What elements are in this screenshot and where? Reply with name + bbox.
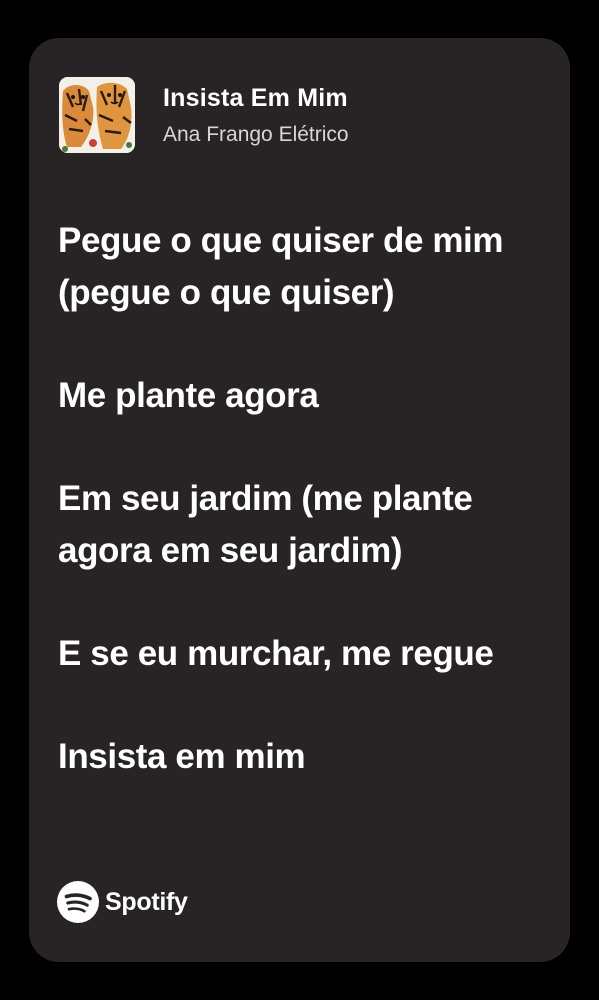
track-artist: Ana Frango Elétrico (163, 122, 349, 146)
spotify-logo-icon (57, 881, 99, 923)
track-title: Insista Em Mim (163, 83, 348, 112)
track-header: Insista Em Mim Ana Frango Elétrico (59, 77, 349, 153)
lyric-line: Insista em mim (58, 737, 306, 776)
spotify-branding: Spotify (57, 881, 188, 923)
spotify-wordmark: Spotify (105, 887, 188, 916)
lyrics-block: Pegue o que quiser de mim (pegue o que q… (58, 215, 548, 834)
lyric-line: Pegue o que quiser de mim (pegue o que q… (58, 221, 504, 312)
lyric-line: Em seu jardim (me plante agora em seu ja… (58, 479, 473, 570)
lyric-line: E se eu murchar, me regue (58, 634, 494, 673)
track-meta: Insista Em Mim Ana Frango Elétrico (163, 83, 349, 148)
album-cover-tigers-icon (59, 77, 135, 153)
album-cover (59, 77, 135, 153)
lyrics-share-card: Insista Em Mim Ana Frango Elétrico Pegue… (29, 38, 570, 962)
lyric-line: Me plante agora (58, 376, 319, 415)
